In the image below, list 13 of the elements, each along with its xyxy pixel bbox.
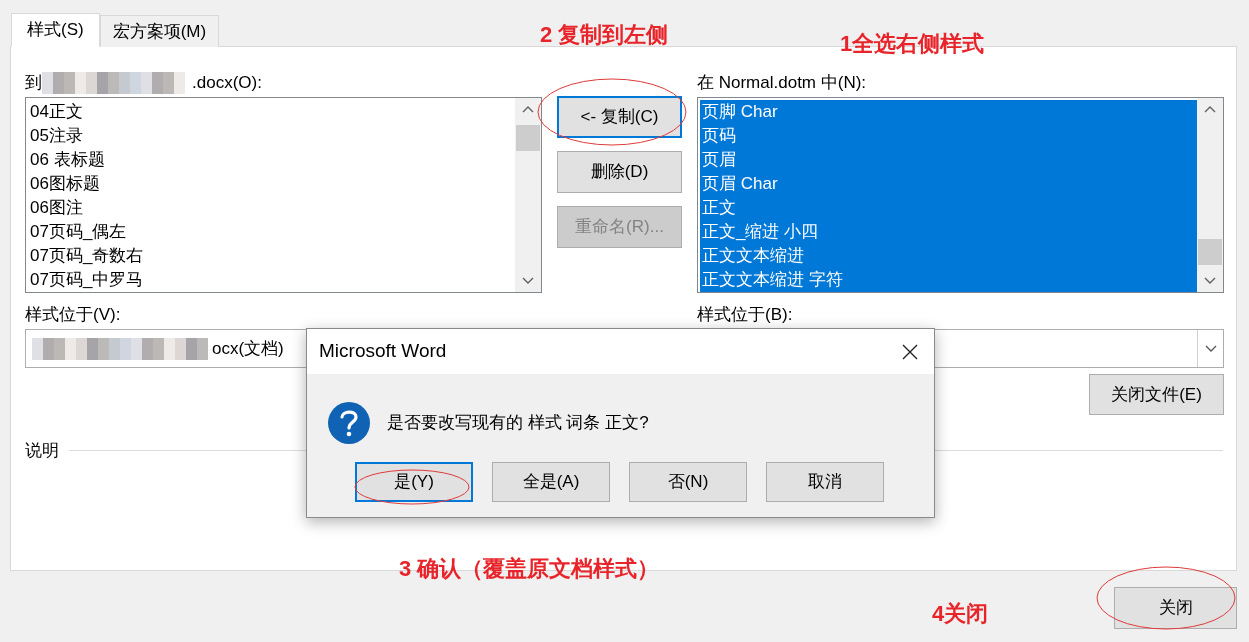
- field-label: 样式位于(B):: [697, 304, 794, 326]
- annotation-text: 4关闭: [932, 600, 989, 628]
- field-value: ocx(文档): [212, 337, 284, 360]
- annotation-text: 2 复制到左侧: [540, 21, 669, 49]
- list-label: 在 Normal.dotm 中(N):: [697, 72, 868, 94]
- annotation-text: 1全选右侧样式: [840, 30, 985, 58]
- list-label: .docx(O):: [192, 72, 262, 95]
- annotation-text: 3 确认（覆盖原文档样式）: [399, 555, 660, 583]
- dialog-message: 是否要改写现有的 样式 词条 正文?: [387, 412, 649, 435]
- dialog-title: Microsoft Word: [319, 339, 447, 364]
- field-label: 样式位于(V):: [25, 304, 122, 326]
- list-label: 到: [25, 72, 42, 95]
- section-label: 说明: [25, 440, 59, 462]
